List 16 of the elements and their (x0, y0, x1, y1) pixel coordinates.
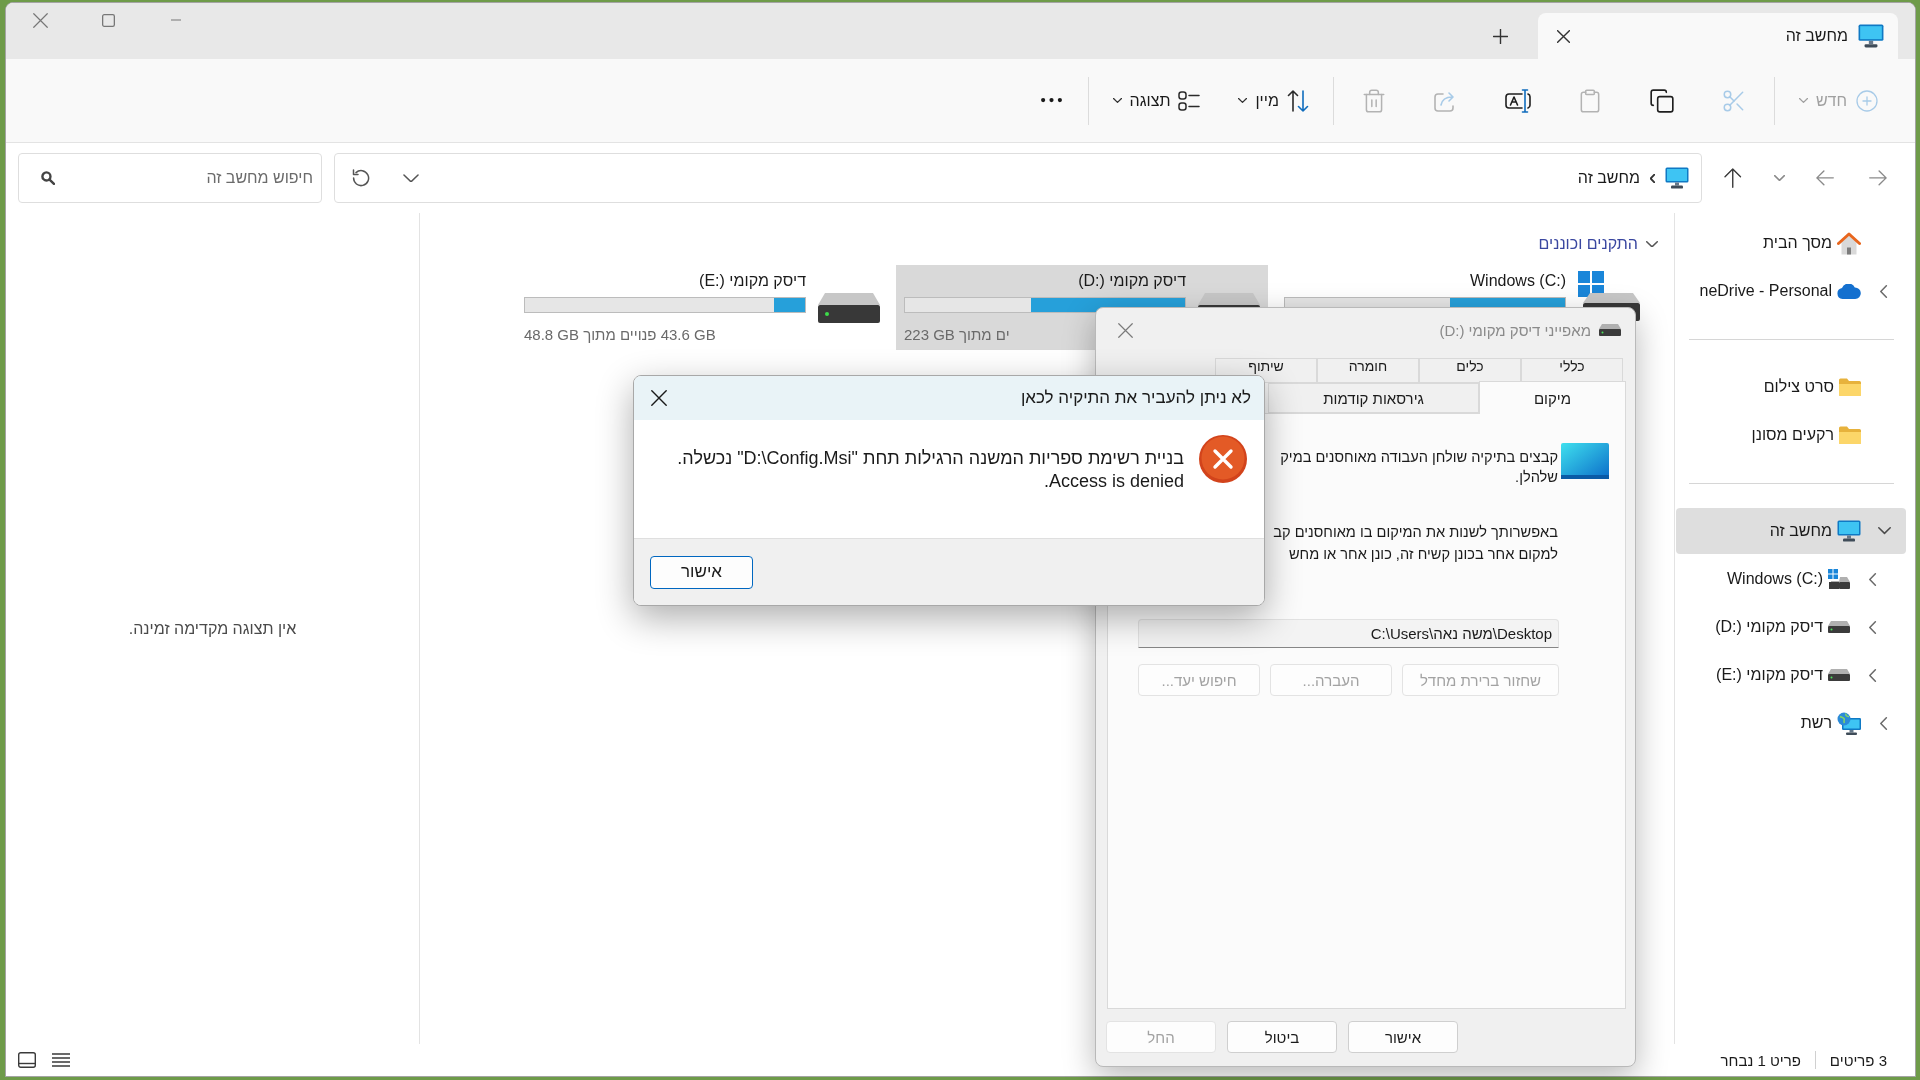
dialog-title: מאפייני דיסק מקומי (D:) (1439, 321, 1591, 339)
error-message: בניית רשימת ספריות המשנה הרגילות תחת "D:\Config.Msi" נכשלה. (677, 447, 1184, 470)
drive-name: דיסק מקומי (E:) (699, 271, 806, 291)
description-text: שלהלן. (1515, 468, 1558, 487)
selection-count: פריט 1 נבחר (1720, 1051, 1801, 1069)
error-message: Access is denied. (1043, 470, 1184, 493)
dialog-title: לא ניתן להעביר את התיקיה לכאן (1020, 388, 1251, 408)
instruction-text: באפשרותך לשנות את המיקום בו מאוחסנים קב (1273, 523, 1558, 542)
drive-name: Windows (C:) (1470, 271, 1566, 291)
description-text: קבצים בתיקיה שולחן העבודה מאוחסנים במיק (1280, 448, 1558, 467)
drive-name: דיסק מקומי (D:) (1078, 271, 1186, 291)
instruction-text: למקום אחר בכונן קשיח זה, כונן אחר או מחש (1288, 545, 1558, 564)
item-count: 3 פריטים (1829, 1051, 1887, 1069)
free-space-text: 43.6 GB פנויים מתוך 48.8 GB (524, 325, 716, 345)
preview-message: אין תצוגה מקדימה זמינה. (128, 619, 297, 638)
free-space-text: ים מתוך 223 GB (904, 325, 1010, 345)
